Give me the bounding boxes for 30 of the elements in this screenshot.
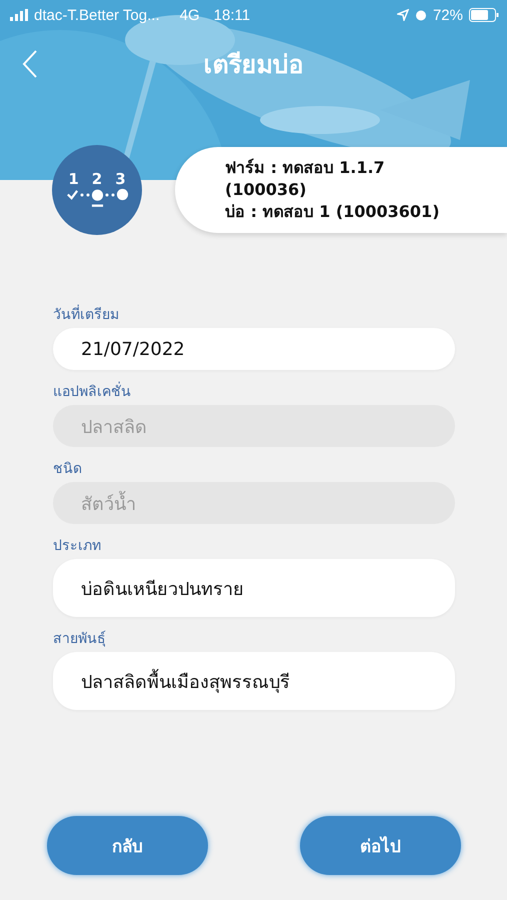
carrier-name: dtac-T.Better Tog...: [34, 6, 160, 24]
field-label: แอปพลิเคชั่น: [53, 384, 455, 401]
field-label: สายพันธุ์: [53, 631, 107, 648]
field-label: ชนิด: [53, 461, 83, 478]
back-button[interactable]: กลับ: [47, 816, 208, 875]
signal-icon: [10, 9, 28, 21]
battery-icon: [469, 8, 499, 22]
step-number: 1: [68, 170, 79, 186]
field-label: ประเภท: [53, 538, 102, 555]
step-number: 3: [115, 170, 126, 186]
network-type: 4G: [180, 6, 200, 24]
dotted-connector-icon: [104, 192, 114, 196]
location-arrow-icon: [396, 9, 409, 21]
info-text: (100036): [225, 179, 308, 201]
dotted-connector-icon: [80, 192, 90, 196]
page-title: เตรียมบ่อ: [204, 49, 304, 81]
step-number: 2: [92, 170, 102, 186]
info-text: ฟาร์ม : ทดสอบ 1.1.7: [225, 157, 386, 179]
input-field[interactable]: บ่อดินเหนียวปนทราย: [53, 559, 455, 617]
input-field[interactable]: ปลาสลิดพื้นเมืองสุพรรณบุรี: [53, 652, 455, 710]
next-button[interactable]: ต่อไป: [300, 816, 461, 875]
input-field[interactable]: 21/07/2022: [53, 328, 455, 370]
input-field: สัตว์น้ำ: [53, 482, 455, 524]
battery-percent: 72%: [432, 6, 463, 24]
back-icon[interactable]: [22, 49, 38, 79]
clock-time: 18:11: [214, 6, 250, 24]
field-label: วันที่เตรียม: [53, 307, 455, 324]
input-field: ปลาสลิด: [53, 405, 455, 447]
alarm-icon: [414, 9, 427, 21]
info-text: บ่อ : ทดสอบ 1 (10003601): [225, 201, 440, 223]
